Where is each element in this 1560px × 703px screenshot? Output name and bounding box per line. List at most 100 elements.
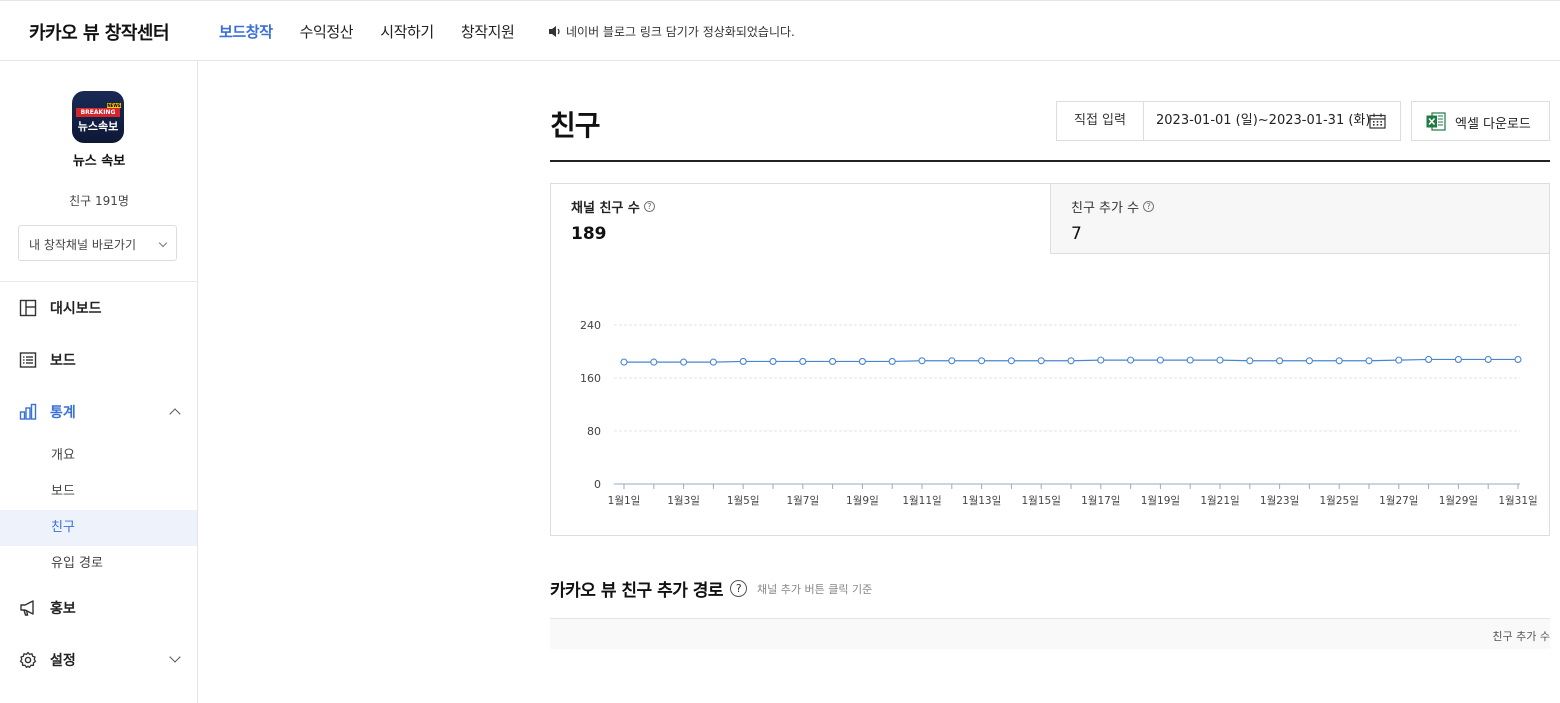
data-point xyxy=(829,357,837,365)
dashboard-icon xyxy=(19,299,37,317)
data-point xyxy=(680,358,688,366)
avatar-text: 뉴스속보 xyxy=(77,120,119,133)
x-tick-label: 1월27일 xyxy=(1379,494,1418,507)
x-tick-label: 1월31일 xyxy=(1498,494,1537,507)
route-table-header: 친구 추가 수 xyxy=(550,618,1550,649)
notice-text: 네이버 블로그 링크 담기가 정상화되었습니다. xyxy=(566,25,795,39)
data-point xyxy=(978,357,986,365)
date-mode-button[interactable]: 직접 입력 xyxy=(1057,102,1144,140)
x-tick-label: 1월23일 xyxy=(1260,494,1299,507)
sidebar-divider xyxy=(0,281,198,282)
sidebar-item-label: 설정 xyxy=(50,653,76,669)
sidebar-item-label: 통계 xyxy=(50,405,76,421)
data-point xyxy=(1514,355,1522,363)
help-icon[interactable]: ? xyxy=(1143,201,1155,212)
nav-revenue[interactable]: 수익정산 xyxy=(300,21,354,42)
data-point xyxy=(858,357,866,365)
sidebar-item-board[interactable]: 보드 xyxy=(0,342,198,378)
data-point xyxy=(1156,356,1164,364)
x-tick-label: 1월13일 xyxy=(962,494,1001,507)
x-tick-label: 1월1일 xyxy=(608,494,641,507)
data-point xyxy=(620,358,628,366)
x-tick-label: 1월29일 xyxy=(1439,494,1478,507)
date-range-picker[interactable]: 직접 입력 2023-01-01 (일)~2023-01-31 (화) xyxy=(1056,101,1401,141)
x-tick-label: 1월25일 xyxy=(1320,494,1359,507)
data-point xyxy=(1395,356,1403,364)
gear-icon xyxy=(19,651,37,669)
tab-value: 7 xyxy=(1071,224,1082,244)
date-range-text: 2023-01-01 (일)~2023-01-31 (화) xyxy=(1156,113,1371,128)
tab-value: 189 xyxy=(571,224,607,244)
data-point xyxy=(1454,355,1462,363)
friends-count: 친구 191명 xyxy=(69,194,129,208)
sidebar-item-dashboard[interactable]: 대시보드 xyxy=(0,290,198,326)
x-tick-label: 1월15일 xyxy=(1022,494,1061,507)
channel-name: 뉴스 속보 xyxy=(72,154,126,169)
tab-label-row: 채널 친구 수 ? xyxy=(571,197,1030,216)
friends-line-chart: 0 80 160 240 1월1일 1월3일 1월5일 1월7일 1월9일 1월11일 1월13일 1… xyxy=(580,319,1538,507)
top-header: 카카오 뷰 창작센터 보드창작 수익정산 시작하기 창작지원 네이버 블로그 링… xyxy=(0,0,1560,61)
global-nav: 보드창작 수익정산 시작하기 창작지원 xyxy=(219,21,541,42)
route-title-text: 카카오 뷰 친구 추가 경로 xyxy=(550,581,724,601)
x-tick-label: 1월9일 xyxy=(846,494,879,507)
channel-select-dropdown[interactable]: 내 창작채널 바로가기 xyxy=(18,225,177,261)
nav-board-create[interactable]: 보드창작 xyxy=(219,21,273,42)
route-section-subtitle: 채널 추가 버튼 클릭 기준 xyxy=(757,583,873,596)
sidebar-item-promo[interactable]: 홍보 xyxy=(0,590,198,626)
data-point xyxy=(1186,356,1194,364)
avatar-banner: BREAKING xyxy=(76,108,120,117)
sidebar-subitem-board[interactable]: 보드 xyxy=(0,474,197,510)
notice-banner[interactable]: 네이버 블로그 링크 담기가 정상화되었습니다. xyxy=(548,23,795,40)
data-point xyxy=(1246,357,1254,365)
x-tick-label: 1월19일 xyxy=(1141,494,1180,507)
excel-download-button[interactable]: 엑셀 다운로드 xyxy=(1411,101,1550,141)
y-tick-label: 0 xyxy=(594,478,601,491)
route-column-header: 친구 추가 수 xyxy=(1492,630,1550,643)
sidebar-item-label: 홍보 xyxy=(50,601,76,617)
data-point xyxy=(948,357,956,365)
x-tick-label: 1월5일 xyxy=(727,494,760,507)
list-icon xyxy=(19,352,37,368)
data-point xyxy=(1007,357,1015,365)
help-icon[interactable]: ? xyxy=(730,580,748,597)
sidebar-item-stats[interactable]: 통계 xyxy=(0,394,198,430)
brand-title[interactable]: 카카오 뷰 창작센터 xyxy=(29,19,170,45)
data-point xyxy=(709,358,717,366)
channel-select-label: 내 창작채널 바로가기 xyxy=(29,238,136,252)
sidebar-item-label: 보드 xyxy=(50,353,76,369)
data-point xyxy=(1335,357,1343,365)
nav-creator-support[interactable]: 창작지원 xyxy=(461,21,515,42)
channel-avatar[interactable]: NEWS BREAKING 뉴스속보 xyxy=(72,91,124,143)
data-point xyxy=(1305,357,1313,365)
calendar-icon[interactable] xyxy=(1369,113,1386,129)
data-point xyxy=(918,357,926,365)
excel-icon xyxy=(1426,112,1446,131)
sidebar-subitem-overview[interactable]: 개요 xyxy=(0,438,197,474)
data-point xyxy=(650,358,658,366)
title-divider xyxy=(550,160,1550,162)
tab-label-row: 친구 추가 수 ? xyxy=(1071,197,1529,216)
x-tick-label: 1월21일 xyxy=(1200,494,1239,507)
sidebar-subitem-inflow[interactable]: 유입 경로 xyxy=(0,546,197,582)
sidebar-subitem-friends[interactable]: 친구 xyxy=(0,510,197,546)
help-icon[interactable]: ? xyxy=(643,201,655,212)
data-point xyxy=(739,357,747,365)
bar-chart-icon xyxy=(19,403,37,420)
x-tick-label: 1월7일 xyxy=(786,494,819,507)
data-point xyxy=(1067,357,1075,365)
excel-download-label: 엑셀 다운로드 xyxy=(1455,117,1531,132)
nav-getting-started[interactable]: 시작하기 xyxy=(380,21,434,42)
date-range-field[interactable]: 2023-01-01 (일)~2023-01-31 (화) xyxy=(1144,102,1400,140)
tab-friends-added[interactable]: 친구 추가 수 ? 7 xyxy=(1050,184,1549,254)
sidebar-item-settings[interactable]: 설정 xyxy=(0,642,198,678)
data-point xyxy=(769,357,777,365)
sidebar: NEWS BREAKING 뉴스속보 뉴스 속보 친구 191명 내 창작채널 … xyxy=(0,61,198,703)
speaker-icon xyxy=(549,26,560,37)
y-tick-label: 80 xyxy=(587,425,601,438)
x-tick-label: 1월17일 xyxy=(1081,494,1120,507)
x-tick-label: 1월3일 xyxy=(667,494,700,507)
data-point xyxy=(1037,357,1045,365)
data-point xyxy=(1276,357,1284,365)
x-tick-label: 1월11일 xyxy=(902,494,941,507)
tab-channel-friends[interactable]: 채널 친구 수 ? 189 xyxy=(551,184,1050,254)
